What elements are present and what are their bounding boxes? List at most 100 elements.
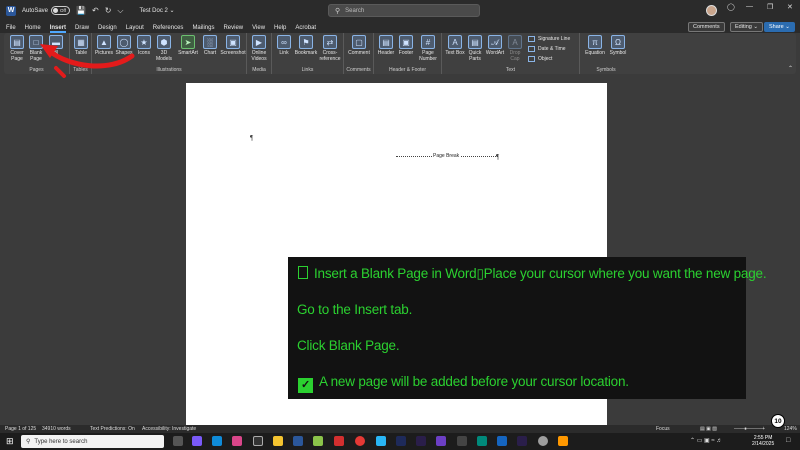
accessibility-status[interactable]: Accessibility: Investigate — [142, 426, 196, 432]
word-logo-icon: W — [6, 5, 16, 16]
save-icon[interactable]: 💾 — [76, 6, 86, 15]
app-icon-2[interactable] — [253, 436, 263, 446]
page-count[interactable]: Page 1 of 125 — [5, 426, 36, 432]
text-box-button[interactable]: A Text Box — [445, 35, 465, 56]
signature-line-button[interactable]: Signature Line — [528, 36, 570, 42]
word-taskbar-icon[interactable] — [293, 436, 303, 446]
group-header-footer-label: Header & Footer — [389, 67, 426, 73]
search-box[interactable]: ⚲ Search — [328, 4, 480, 17]
comment-icon: ▢ — [352, 35, 366, 49]
signature-line-label: Signature Line — [538, 36, 571, 42]
premiere-icon[interactable] — [517, 436, 527, 446]
photoshop-icon[interactable] — [396, 436, 406, 446]
share-button[interactable]: Share ⌄ — [764, 22, 795, 32]
tab-layout[interactable]: Layout — [126, 25, 144, 33]
paragraph-mark: ¶ — [250, 134, 254, 142]
3d-models-button[interactable]: ⬢ 3D Models — [154, 35, 174, 62]
comments-button[interactable]: Comments — [688, 22, 725, 32]
tab-design[interactable]: Design — [98, 25, 117, 33]
smartart-button[interactable]: ➤ SmartArt — [176, 35, 200, 56]
customize-toolbar-icon[interactable]: ⌵ — [117, 6, 123, 16]
app-icon[interactable] — [232, 436, 242, 446]
online-videos-button[interactable]: ▶ Online Videos — [249, 35, 269, 62]
bookmark-button[interactable]: ⚑ Bookmark — [294, 35, 318, 56]
taskbar-search-placeholder: Type here to search — [34, 438, 88, 445]
header-button[interactable]: ▤ Header — [376, 35, 396, 56]
tab-file[interactable]: File — [6, 25, 16, 33]
equation-button[interactable]: π Equation — [584, 35, 606, 56]
link-button[interactable]: ∞ Link — [274, 35, 294, 56]
user-avatar[interactable] — [706, 5, 717, 16]
app-icon-6[interactable] — [457, 436, 467, 446]
text-box-label: Text Box — [445, 50, 465, 56]
zoom-level[interactable]: 124% — [784, 426, 797, 432]
object-button[interactable]: Object — [528, 56, 552, 62]
tab-review[interactable]: Review — [223, 25, 243, 33]
task-view-icon[interactable] — [173, 436, 183, 446]
quick-parts-button[interactable]: ▤ Quick Parts — [465, 35, 485, 62]
app-icon-4[interactable] — [376, 436, 386, 446]
group-media-label: Media — [252, 67, 266, 73]
windows-start-icon[interactable]: ⊞ — [6, 436, 14, 447]
drop-cap-button[interactable]: A Drop Cap — [505, 35, 525, 62]
word-count[interactable]: 34910 words — [42, 426, 71, 432]
app-icon-5[interactable] — [436, 436, 446, 446]
restore-icon[interactable]: ❐ — [767, 3, 773, 11]
comment-button[interactable]: ▢ Comment — [347, 35, 371, 56]
menu-bar: File Home Insert Draw Design Layout Refe… — [0, 21, 800, 33]
focus-button[interactable]: Focus — [656, 426, 670, 432]
collapse-ribbon-icon[interactable]: ⌃ — [788, 65, 793, 72]
app-icon-3[interactable] — [313, 436, 323, 446]
copilot-icon[interactable] — [192, 436, 202, 446]
symbol-button[interactable]: Ω Symbol — [608, 35, 628, 56]
tab-home[interactable]: Home — [25, 25, 41, 33]
equation-label: Equation — [585, 50, 605, 56]
tab-acrobat[interactable]: Acrobat — [295, 25, 316, 33]
notification-icon[interactable]: □ — [786, 437, 790, 444]
taskbar-search[interactable]: ⚲ Type here to search — [21, 435, 164, 448]
minimize-icon[interactable]: — — [746, 3, 753, 10]
tab-references[interactable]: References — [153, 25, 184, 33]
document-name[interactable]: Test Doc 2 ⌄ — [139, 7, 174, 14]
cross-reference-button[interactable]: ⇄ Cross-reference — [318, 35, 342, 62]
date-time-button[interactable]: Date & Time — [528, 46, 566, 52]
undo-icon[interactable]: ↶ — [92, 6, 99, 15]
wordart-button[interactable]: 𝒜 WordArt — [485, 35, 505, 56]
equation-icon: π — [588, 35, 602, 49]
tab-mailings[interactable]: Mailings — [192, 25, 214, 33]
signature-line-icon — [528, 36, 535, 42]
tab-help[interactable]: Help — [274, 25, 286, 33]
screenshot-button[interactable]: ▣ Screenshot — [220, 35, 246, 56]
editing-button[interactable]: Editing ⌄ — [730, 22, 763, 32]
tab-view[interactable]: View — [252, 25, 265, 33]
vlc-icon[interactable] — [558, 436, 568, 446]
group-text-label: Text — [505, 67, 516, 73]
chart-button[interactable]: ░ Chart — [200, 35, 220, 56]
group-comments-label: Comments — [346, 67, 371, 73]
wordart-label: WordArt — [485, 50, 505, 56]
acrobat-icon[interactable] — [334, 436, 344, 446]
app-icon-8[interactable] — [538, 436, 548, 446]
cross-reference-icon: ⇄ — [323, 35, 337, 49]
zoom-slider[interactable]: ——●———+ — [734, 426, 765, 432]
autosave-toggle[interactable]: Off — [51, 6, 71, 15]
close-icon[interactable]: ✕ — [787, 3, 793, 11]
taskbar-clock[interactable]: 2:55 PM 2/14/2025 — [752, 435, 774, 447]
edge-icon[interactable] — [212, 436, 222, 446]
text-predictions[interactable]: Text Predictions: On — [90, 426, 135, 432]
chrome-icon[interactable] — [355, 436, 365, 446]
instruction-line-3: Click Blank Page. — [297, 338, 400, 353]
outlook-icon[interactable] — [497, 436, 507, 446]
file-explorer-icon[interactable] — [273, 436, 283, 446]
footer-button[interactable]: ▣ Footer — [396, 35, 416, 56]
system-tray-icons[interactable]: ⌃ ▭ ▣ ≈ ♬ — [690, 437, 722, 444]
app-icon-7[interactable] — [477, 436, 487, 446]
tab-insert[interactable]: Insert — [49, 25, 67, 33]
view-mode-icon[interactable]: ▤ ▣ ▧ — [700, 426, 717, 432]
link-icon: ∞ — [277, 35, 291, 49]
lightbulb-icon[interactable]: ◯ — [727, 3, 735, 11]
bridge-icon[interactable] — [416, 436, 426, 446]
tab-draw[interactable]: Draw — [75, 25, 89, 33]
redo-icon[interactable]: ↻ — [105, 6, 112, 15]
page-number-button[interactable]: # Page Number — [417, 35, 439, 62]
